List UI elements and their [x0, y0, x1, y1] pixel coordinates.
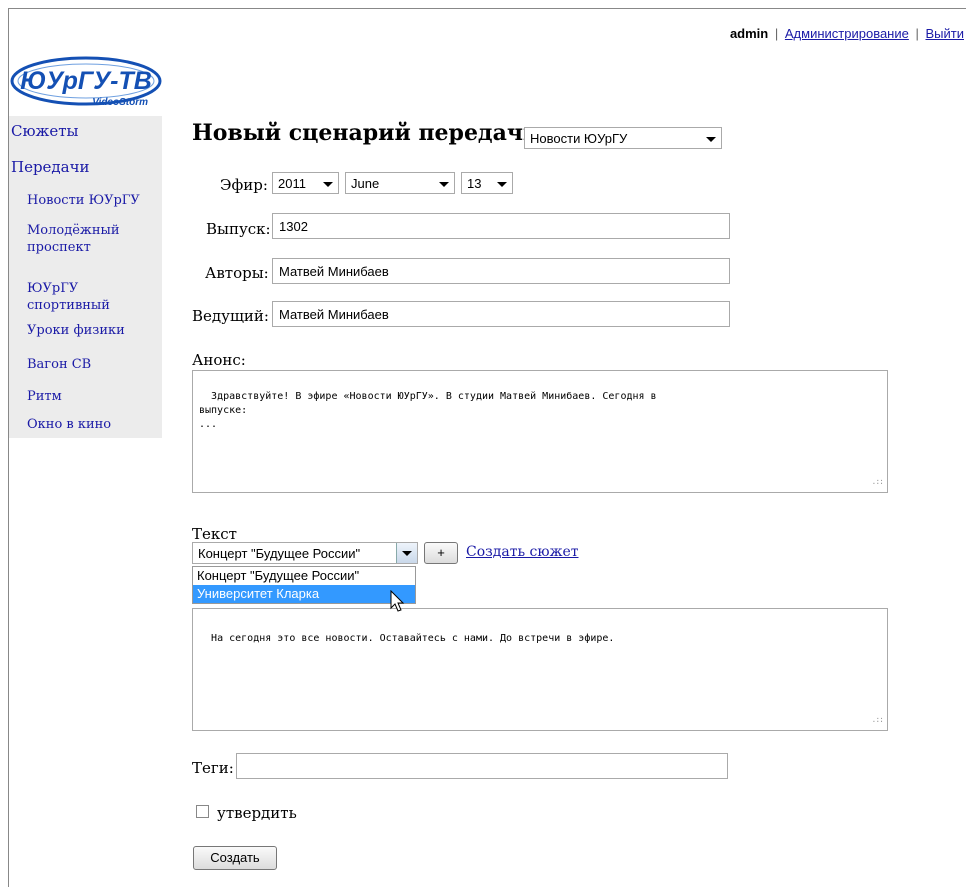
logout-link[interactable]: Выйти — [926, 26, 965, 41]
admin-link[interactable]: Администрирование — [785, 26, 909, 41]
dropdown-button[interactable] — [396, 543, 417, 563]
page-title: Новый сценарий передачи — [192, 120, 540, 146]
authors-field[interactable]: Матвей Минибаев — [272, 258, 730, 284]
dropdown-option[interactable]: Концерт "Будущее России" — [193, 567, 415, 585]
sidebar: Сюжеты Передачи Новости ЮУрГУ Молодёжный… — [9, 116, 162, 438]
body-text: На сегодня это все новости. Оставайтесь … — [211, 633, 615, 644]
resize-grip-icon[interactable]: .:: — [872, 475, 884, 489]
story-select[interactable]: Концерт "Будущее России" — [192, 542, 418, 564]
issue-field[interactable]: 1302 — [272, 213, 730, 239]
air-label: Эфир: — [220, 176, 268, 194]
tags-label: Теги: — [192, 759, 234, 777]
sidebar-subitem-rhythm[interactable]: Ритм — [9, 388, 62, 405]
authors-label: Авторы: — [205, 264, 269, 282]
announce-label: Анонс: — [192, 351, 246, 369]
sidebar-subitem-news[interactable]: Новости ЮУрГУ — [9, 192, 140, 209]
air-year-value: 2011 — [278, 176, 306, 191]
issue-label: Выпуск: — [206, 220, 271, 238]
air-month-select[interactable]: June — [345, 172, 455, 194]
user-bar: admin | Администрирование | Выйти — [730, 26, 964, 41]
air-month-value: June — [351, 176, 380, 191]
sidebar-subitem-wagon[interactable]: Вагон СВ — [9, 356, 91, 373]
air-day-value: 13 — [467, 176, 482, 191]
sidebar-subitem-youth[interactable]: Молодёжный проспект — [9, 222, 127, 256]
logo-subtext: VideoStorm — [92, 97, 148, 108]
separator: | — [774, 26, 779, 41]
mouse-cursor-icon — [390, 590, 405, 612]
logo-text: ЮУрГУ-ТВ — [20, 67, 152, 95]
sidebar-subitem-physics[interactable]: Уроки физики — [9, 322, 125, 339]
host-label: Ведущий: — [192, 307, 269, 325]
chevron-down-icon — [706, 137, 716, 142]
sidebar-subitem-cinema[interactable]: Окно в кино — [9, 416, 111, 433]
program-select[interactable]: Новости ЮУрГУ — [524, 127, 722, 149]
program-select-value: Новости ЮУрГУ — [530, 131, 628, 146]
approve-label: утвердить — [217, 804, 297, 822]
announce-text: Здравствуйте! В эфире «Новости ЮУрГУ». В… — [199, 391, 657, 430]
create-story-link[interactable]: Создать сюжет — [466, 544, 579, 560]
story-dropdown-list: Концерт "Будущее России" Университет Кла… — [192, 566, 416, 604]
add-story-button[interactable]: + — [424, 542, 458, 564]
sidebar-subitem-sport[interactable]: ЮУрГУ спортивный — [9, 280, 127, 314]
announce-textarea[interactable]: Здравствуйте! В эфире «Новости ЮУрГУ». В… — [192, 370, 888, 493]
host-field[interactable]: Матвей Минибаев — [272, 301, 730, 327]
chevron-down-icon — [439, 182, 449, 187]
create-button[interactable]: Создать — [193, 846, 277, 870]
resize-grip-icon[interactable]: .:: — [872, 713, 884, 727]
air-year-select[interactable]: 2011 — [272, 172, 339, 194]
approve-checkbox[interactable] — [196, 805, 209, 818]
text-label: Текст — [192, 525, 237, 543]
chevron-down-icon — [402, 551, 412, 556]
body-textarea[interactable]: На сегодня это все новости. Оставайтесь … — [192, 608, 888, 731]
dropdown-option-selected[interactable]: Университет Кларка — [193, 585, 415, 603]
separator: | — [915, 26, 919, 41]
tags-field[interactable] — [236, 753, 728, 779]
air-day-select[interactable]: 13 — [461, 172, 513, 194]
sidebar-item-programs[interactable]: Передачи — [9, 158, 90, 176]
site-logo[interactable]: ЮУрГУ-ТВ VideoStorm — [10, 55, 162, 111]
sidebar-item-stories[interactable]: Сюжеты — [9, 122, 78, 140]
chevron-down-icon — [323, 182, 333, 187]
story-select-value: Концерт "Будущее России" — [198, 546, 361, 561]
chevron-down-icon — [497, 182, 507, 187]
username: admin — [729, 26, 769, 41]
